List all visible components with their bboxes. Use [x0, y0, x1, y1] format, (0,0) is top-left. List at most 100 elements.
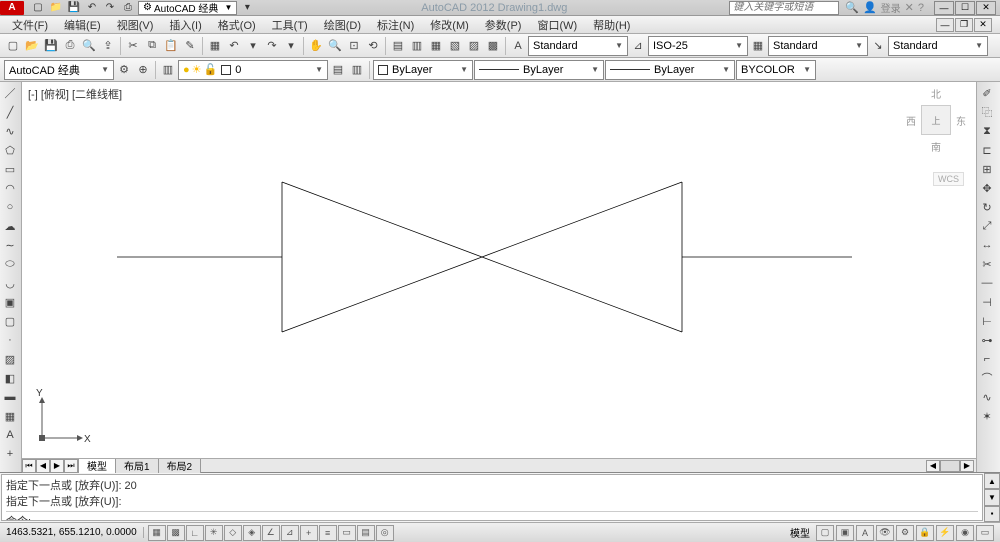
redo-icon[interactable]: ↷: [102, 1, 118, 15]
scroll-thumb[interactable]: [940, 460, 960, 472]
layer-combo[interactable]: ● ☀ 🔓 0 ▼: [178, 60, 328, 80]
maximize-button[interactable]: ☐: [955, 1, 975, 15]
login-label[interactable]: 登录: [881, 0, 901, 15]
qp-toggle-icon[interactable]: ▤: [357, 525, 375, 541]
help-icon[interactable]: ?: [918, 2, 924, 14]
workspace-save-icon[interactable]: ⊕: [134, 60, 152, 80]
exchange-icon[interactable]: ✕: [905, 1, 914, 14]
mleader-style-combo[interactable]: Standard▼: [888, 36, 988, 56]
menu-file[interactable]: 文件(F): [4, 15, 56, 35]
make-block-icon[interactable]: ▢: [1, 312, 19, 330]
dim-style-combo[interactable]: ISO-25▼: [648, 36, 748, 56]
toolbar-lock-icon[interactable]: 🔒: [916, 525, 934, 541]
block-editor-icon[interactable]: ▦: [206, 36, 224, 56]
dimstyle-icon[interactable]: ⊿: [629, 36, 647, 56]
save-icon[interactable]: 💾: [66, 1, 82, 15]
quickview-drawings-icon[interactable]: ▣: [836, 525, 854, 541]
blend-icon[interactable]: ∿: [978, 388, 996, 406]
stretch-icon[interactable]: ↔: [978, 236, 996, 254]
scroll-up-icon[interactable]: ▲: [984, 473, 1000, 489]
drawing-canvas[interactable]: [-] [俯视] [二维线框] 北 西 上 东 南 WCS: [22, 82, 976, 458]
tab-model[interactable]: 模型: [79, 459, 116, 473]
tab-layout1[interactable]: 布局1: [116, 459, 159, 473]
tpy-toggle-icon[interactable]: ▭: [338, 525, 356, 541]
copy-icon[interactable]: ⧉: [143, 36, 161, 56]
undo-dropdown-icon[interactable]: ▾: [244, 36, 262, 56]
cut-icon[interactable]: ✂: [124, 36, 142, 56]
gradient-icon[interactable]: ◧: [1, 369, 19, 387]
tab-next-icon[interactable]: ▶: [50, 459, 64, 473]
addselected-icon[interactable]: +: [1, 445, 19, 463]
rectangle-icon[interactable]: ▭: [1, 160, 19, 178]
ellipse-icon[interactable]: ⬭: [1, 255, 19, 273]
erase-icon[interactable]: ✐: [978, 84, 996, 102]
properties-icon[interactable]: ▤: [389, 36, 407, 56]
offset-icon[interactable]: ⊏: [978, 141, 996, 159]
search-icon[interactable]: 🔍: [845, 1, 859, 14]
copy-obj-icon[interactable]: ⿻: [978, 103, 996, 121]
grid-toggle-icon[interactable]: ▩: [167, 525, 185, 541]
snap-toggle-icon[interactable]: ▦: [148, 525, 166, 541]
scroll-grip-icon[interactable]: ▪: [984, 506, 1000, 522]
revcloud-icon[interactable]: ☁: [1, 217, 19, 235]
annoscale-icon[interactable]: A: [856, 525, 874, 541]
line-icon[interactable]: ／: [1, 84, 19, 102]
clean-screen-icon[interactable]: ▭: [976, 525, 994, 541]
mtext-icon[interactable]: A: [1, 426, 19, 444]
print-icon[interactable]: ⎙: [120, 1, 136, 15]
pan-icon[interactable]: ✋: [307, 36, 325, 56]
menu-help[interactable]: 帮助(H): [585, 15, 638, 35]
explode-icon[interactable]: ✶: [978, 407, 996, 425]
lwt-toggle-icon[interactable]: ≡: [319, 525, 337, 541]
break-at-point-icon[interactable]: ⊣: [978, 293, 996, 311]
osnap-toggle-icon[interactable]: ◇: [224, 525, 242, 541]
tab-last-icon[interactable]: ⏭: [64, 459, 78, 473]
ducs-toggle-icon[interactable]: ⊿: [281, 525, 299, 541]
layer-iso-icon[interactable]: ▥: [348, 60, 366, 80]
layer-manager-icon[interactable]: ▥: [159, 60, 177, 80]
sc-toggle-icon[interactable]: ◎: [376, 525, 394, 541]
linetype-combo[interactable]: ByLayer▼: [474, 60, 604, 80]
tablestyle-icon[interactable]: ▦: [749, 36, 767, 56]
horizontal-scrollbar[interactable]: ◀ ▶: [201, 460, 976, 472]
plotstyle-combo[interactable]: BYCOLOR▼: [736, 60, 816, 80]
tab-first-icon[interactable]: ⏮: [22, 459, 36, 473]
3dosnap-toggle-icon[interactable]: ◈: [243, 525, 261, 541]
tab-prev-icon[interactable]: ◀: [36, 459, 50, 473]
close-button[interactable]: ✕: [976, 1, 996, 15]
search-input[interactable]: [729, 1, 839, 15]
zoom-realtime-icon[interactable]: 🔍: [326, 36, 344, 56]
command-scrollbar[interactable]: ▲ ▼ ▪: [984, 473, 1000, 522]
new-icon[interactable]: ▢: [30, 1, 46, 15]
scroll-right-icon[interactable]: ▶: [960, 460, 974, 472]
user-icon[interactable]: 👤: [863, 1, 877, 14]
menu-modify[interactable]: 修改(M): [422, 15, 477, 35]
design-center-icon[interactable]: ▥: [408, 36, 426, 56]
tool-palettes-icon[interactable]: ▦: [427, 36, 445, 56]
quickview-layouts-icon[interactable]: ▢: [816, 525, 834, 541]
coordinates-readout[interactable]: 1463.5321, 655.1210, 0.0000: [0, 527, 144, 538]
app-logo-icon[interactable]: A: [0, 1, 24, 15]
save-drawing-icon[interactable]: 💾: [42, 36, 60, 56]
fillet-icon[interactable]: ⌒: [978, 369, 996, 387]
spline-icon[interactable]: ∼: [1, 236, 19, 254]
text-style-combo[interactable]: Standard▼: [528, 36, 628, 56]
menu-tools[interactable]: 工具(T): [264, 15, 316, 35]
open-drawing-icon[interactable]: 📂: [23, 36, 41, 56]
quickcalc-icon[interactable]: ▩: [484, 36, 502, 56]
undo-button-icon[interactable]: ↶: [225, 36, 243, 56]
scroll-left-icon[interactable]: ◀: [926, 460, 940, 472]
ortho-toggle-icon[interactable]: ∟: [186, 525, 204, 541]
lineweight-combo[interactable]: ByLayer▼: [605, 60, 735, 80]
match-properties-icon[interactable]: ✎: [181, 36, 199, 56]
command-history[interactable]: 指定下一点或 [放弃(U)]: 20 指定下一点或 [放弃(U)]: 命令:: [1, 474, 983, 521]
polar-toggle-icon[interactable]: ✳: [205, 525, 223, 541]
mirror-icon[interactable]: ⧗: [978, 122, 996, 140]
plot-icon[interactable]: ⎙: [61, 36, 79, 56]
markup-icon[interactable]: ▨: [465, 36, 483, 56]
menu-insert[interactable]: 插入(I): [161, 15, 209, 35]
new-drawing-icon[interactable]: ▢: [4, 36, 22, 56]
menu-view[interactable]: 视图(V): [109, 15, 162, 35]
zoom-window-icon[interactable]: ⊡: [345, 36, 363, 56]
polyline-icon[interactable]: ∿: [1, 122, 19, 140]
